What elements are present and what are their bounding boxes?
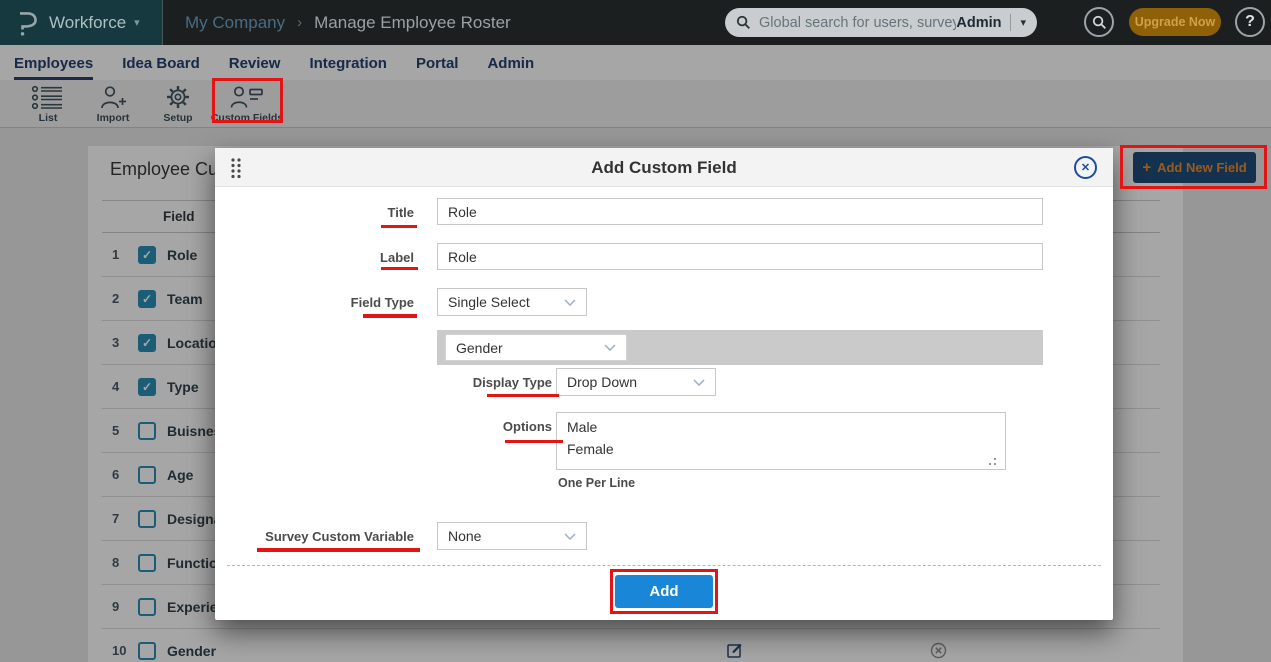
linked-field-select[interactable]: Gender: [445, 334, 627, 361]
breadcrumb-parent[interactable]: My Company: [185, 13, 285, 33]
help-button[interactable]: ?: [1235, 7, 1265, 37]
breadcrumb-current: Manage Employee Roster: [314, 13, 511, 33]
chevron-down-icon: [604, 344, 616, 351]
annotation-underline-display-type: [487, 394, 559, 397]
app-screen: Workforce ▾ My Company › Manage Employee…: [0, 0, 1271, 662]
options-textarea[interactable]: Male Female: [556, 412, 1006, 470]
label-input[interactable]: [437, 243, 1043, 270]
display-type-select[interactable]: Drop Down: [556, 368, 716, 396]
top-header: Workforce ▾ My Company › Manage Employee…: [0, 0, 1271, 45]
options-label: Options: [215, 419, 552, 434]
upgrade-now-button[interactable]: Upgrade Now: [1129, 8, 1221, 36]
chevron-down-icon[interactable]: ▾: [1020, 16, 1026, 29]
header-search-button[interactable]: [1084, 7, 1114, 37]
annotation-box-custom-fields: [212, 78, 283, 123]
search-icon: [1092, 15, 1107, 30]
annotation-box-add-button: [610, 569, 718, 614]
chevron-down-icon: ▾: [134, 16, 140, 29]
survey-custom-variable-select[interactable]: None: [437, 522, 587, 550]
product-name: Workforce: [49, 13, 126, 33]
search-scope-selector[interactable]: Admin: [956, 15, 1001, 31]
chevron-down-icon: [564, 533, 576, 540]
title-field-label: Title: [215, 205, 414, 220]
modal-footer-divider: [227, 565, 1101, 566]
chevron-down-icon: [693, 379, 705, 386]
annotation-underline-survey-custom-variable: [257, 548, 420, 552]
modal-header: Add Custom Field ✕: [215, 148, 1113, 187]
breadcrumb-separator-icon: ›: [297, 14, 302, 31]
chevron-down-icon: [564, 299, 576, 306]
linked-field-row: Gender: [437, 330, 1043, 365]
brand-logo-icon: [13, 7, 39, 39]
search-scope-divider: [1010, 14, 1011, 31]
resize-grip-icon[interactable]: [989, 458, 996, 465]
field-type-select[interactable]: Single Select: [437, 288, 587, 316]
annotation-box-add-new-field: [1120, 145, 1267, 189]
product-switcher[interactable]: Workforce ▾: [0, 0, 163, 45]
survey-custom-variable-label: Survey Custom Variable: [215, 529, 414, 544]
label-field-label: Label: [215, 250, 414, 265]
field-type-label: Field Type: [215, 295, 414, 310]
close-icon[interactable]: ✕: [1074, 156, 1097, 179]
global-search-input[interactable]: Global search for users, surveys, ticket…: [725, 8, 1037, 37]
title-input[interactable]: [437, 198, 1043, 225]
breadcrumb: My Company › Manage Employee Roster: [185, 0, 511, 45]
search-placeholder: Global search for users, surveys, ticket…: [759, 15, 956, 31]
modal-title: Add Custom Field: [215, 158, 1113, 178]
annotation-underline-label: [381, 267, 418, 270]
search-icon: [736, 15, 751, 30]
display-type-label: Display Type: [215, 375, 552, 390]
annotation-underline-options: [505, 440, 563, 443]
annotation-underline-field-type: [363, 314, 417, 318]
options-hint: One Per Line: [558, 476, 635, 490]
annotation-underline-title: [381, 225, 417, 228]
